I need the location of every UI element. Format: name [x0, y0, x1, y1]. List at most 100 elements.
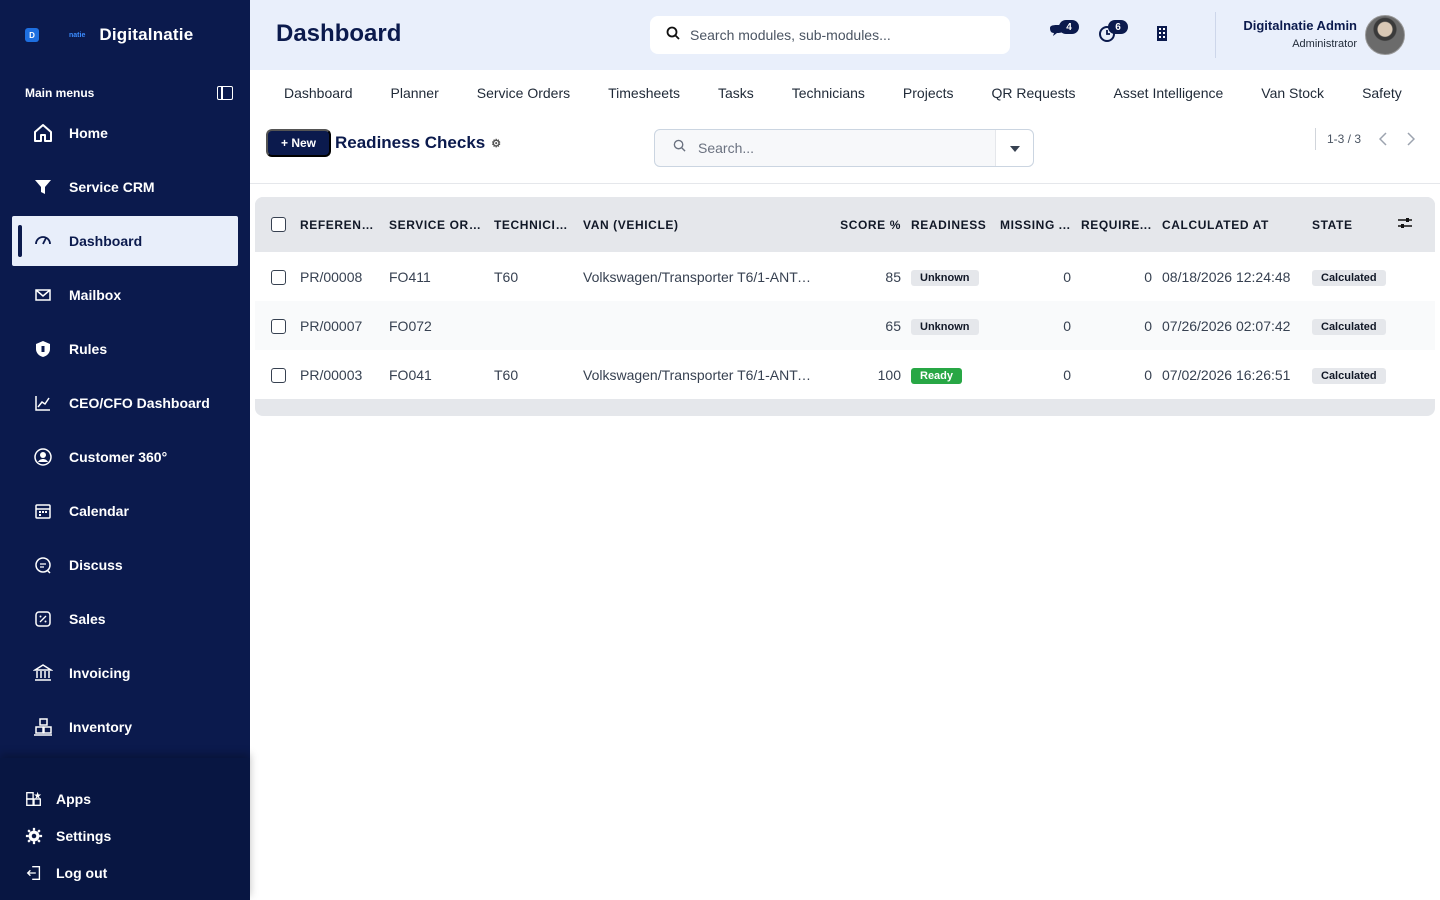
column-header-score[interactable]: SCORE % [816, 197, 906, 252]
column-header-technician[interactable]: TECHNICIA... [489, 197, 578, 252]
tab-tasks[interactable]: Tasks [718, 85, 754, 101]
sidebar-item-sales[interactable]: Sales [12, 594, 238, 644]
tab-service-orders[interactable]: Service Orders [477, 85, 570, 101]
sidebar-bottom-nav: Apps Settings Log out [0, 758, 250, 900]
pager-value[interactable]: 1-3 / 3 [1327, 132, 1361, 146]
sidebar-item-discuss[interactable]: Discuss [12, 540, 238, 590]
sidebar-item-customer-360[interactable]: Customer 360° [12, 432, 238, 482]
sidebar-item-logout[interactable]: Log out [0, 854, 250, 891]
column-header-state[interactable]: STATE [1307, 197, 1392, 252]
sidebar-item-ceo-cfo-dashboard[interactable]: CEO/CFO Dashboard [12, 378, 238, 428]
row-checkbox[interactable] [271, 318, 286, 334]
main-menus-label: Main menus [25, 86, 95, 100]
user-name[interactable]: Digitalnatie Admin [1243, 18, 1357, 33]
cell-service-order: FO411 [389, 268, 431, 285]
top-header: Dashboard 4 6 Digitalnatie Admin Adminis… [250, 0, 1440, 70]
global-search-input[interactable] [690, 27, 990, 43]
cell-readiness: Ready [906, 350, 995, 399]
pager-previous-button[interactable] [1375, 130, 1391, 148]
column-header-calculated-at[interactable]: CALCULATED AT [1157, 197, 1307, 252]
tab-qr-requests[interactable]: QR Requests [992, 85, 1076, 101]
row-select-cell [255, 350, 295, 399]
cell-service-order: FO041 [389, 366, 432, 383]
filter-icon [32, 176, 54, 198]
tab-planner[interactable]: Planner [391, 85, 439, 101]
optional-columns-cell [1392, 197, 1435, 252]
sidebar-item-calendar[interactable]: Calendar [12, 486, 238, 536]
cell-empty [1392, 252, 1435, 301]
cell-calculated-at: 07/02/2026 16:26:51 [1162, 366, 1291, 383]
column-header-missing[interactable]: MISSING ... [995, 197, 1076, 252]
sidebar-item-inventory[interactable]: Inventory [12, 702, 238, 752]
caret-down-icon [1009, 139, 1020, 157]
select-all-checkbox[interactable] [271, 217, 286, 233]
table-row[interactable]: PR/00008 FO411 T60 Volkswagen/Transporte… [255, 252, 1435, 301]
tab-timesheets[interactable]: Timesheets [608, 85, 680, 101]
cell-required: 0 [1144, 268, 1152, 285]
cell-required: 0 [1144, 366, 1152, 383]
user-circle-icon [32, 446, 54, 468]
sidebar-item-dashboard[interactable]: Dashboard [12, 216, 238, 266]
cell-reference: PR/00008 [300, 268, 363, 285]
tab-technicians[interactable]: Technicians [792, 85, 865, 101]
column-header-reference[interactable]: REFERENCE [295, 197, 384, 252]
sliders-icon[interactable] [1397, 218, 1413, 233]
table-row[interactable]: PR/00007 FO072 65 Unknown 0 0 07/26/2026… [255, 301, 1435, 350]
sidebar-item-label: Inventory [69, 719, 133, 735]
sidebar-item-service-crm[interactable]: Service CRM [12, 162, 238, 212]
company-switcher-button[interactable] [1151, 24, 1173, 46]
table-row[interactable]: PR/00003 FO041 T60 Volkswagen/Transporte… [255, 350, 1435, 399]
sidebar-item-apps[interactable]: Apps [0, 780, 250, 817]
pager-next-button[interactable] [1403, 130, 1419, 148]
sidebar-item-label: Service CRM [69, 179, 155, 195]
global-search[interactable] [650, 16, 1010, 54]
cell-readiness: Unknown [906, 301, 995, 350]
activities-button[interactable]: 6 [1096, 20, 1128, 46]
row-checkbox[interactable] [271, 269, 286, 285]
tab-safety[interactable]: Safety [1362, 85, 1402, 101]
activities-count-badge: 6 [1108, 20, 1128, 34]
tab-van-stock[interactable]: Van Stock [1261, 85, 1324, 101]
column-header-van[interactable]: VAN (VEHICLE) [578, 197, 816, 252]
calendar-icon [32, 500, 54, 522]
sidebar-item-rules[interactable]: Rules [12, 324, 238, 374]
brand-name: Digitalnatie [99, 25, 194, 44]
brand-logo[interactable]: D natie Digitalnatie [25, 22, 193, 48]
pager-divider [1315, 128, 1316, 150]
tab-asset-intelligence[interactable]: Asset Intelligence [1114, 85, 1224, 101]
new-button[interactable]: + New [266, 129, 331, 157]
avatar[interactable] [1365, 15, 1405, 55]
column-header-required[interactable]: REQUIRE... [1076, 197, 1157, 252]
sidebar-item-home[interactable]: Home [12, 108, 238, 158]
list-search[interactable] [654, 129, 1034, 167]
column-header-readiness[interactable]: READINESS [906, 197, 995, 252]
list-table: REFERENCE SERVICE ORD... TECHNICIA... VA… [255, 197, 1435, 416]
user-role: Administrator [1292, 38, 1357, 50]
column-header-service-order[interactable]: SERVICE ORD... [384, 197, 489, 252]
sidebar-item-invoicing[interactable]: Invoicing [12, 648, 238, 698]
sidebar-item-mailbox[interactable]: Mailbox [12, 270, 238, 320]
control-panel: + New Readiness Checks ⚙ 1-3 / 3 [250, 116, 1440, 184]
sidebar-item-label: Dashboard [69, 233, 143, 249]
main-menus-header: Main menus [25, 86, 233, 100]
readiness-badge: Unknown [911, 318, 979, 335]
tab-projects[interactable]: Projects [903, 85, 954, 101]
gear-icon[interactable]: ⚙ [491, 137, 501, 150]
sidebar-collapse-icon[interactable] [217, 86, 233, 100]
sidebar-item-label: Invoicing [69, 665, 131, 681]
search-icon [666, 26, 680, 45]
table-header-row: REFERENCE SERVICE ORD... TECHNICIA... VA… [255, 197, 1435, 252]
readiness-badge: Unknown [911, 269, 979, 286]
building-icon [1155, 24, 1169, 47]
list-search-input[interactable] [698, 140, 978, 156]
row-checkbox[interactable] [271, 367, 286, 383]
sidebar-item-label: Mailbox [69, 287, 122, 303]
search-options-toggle[interactable] [995, 130, 1033, 166]
sidebar-item-label: Settings [56, 827, 112, 844]
tab-dashboard[interactable]: Dashboard [284, 85, 353, 101]
sidebar-item-settings[interactable]: Settings [0, 817, 250, 854]
search-icon [673, 139, 686, 157]
messages-button[interactable]: 4 [1047, 20, 1079, 46]
cell-van [578, 301, 816, 350]
sidebar-item-label: Customer 360° [69, 449, 168, 465]
